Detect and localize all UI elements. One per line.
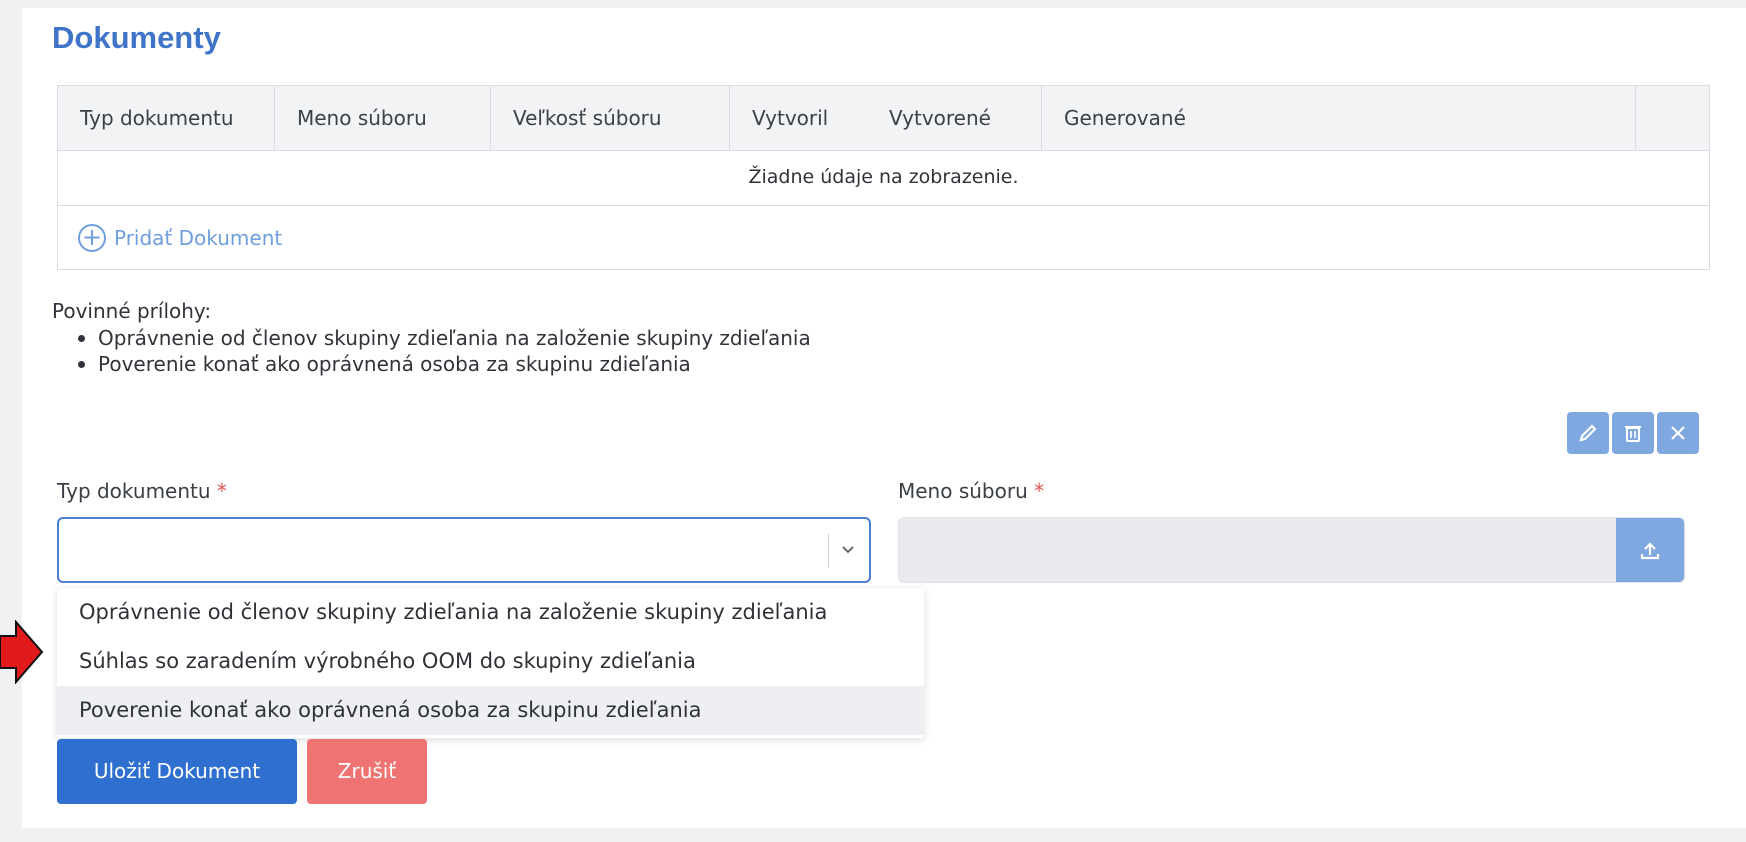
red-arrow-pointer (0, 620, 44, 684)
save-document-button[interactable]: Uložiť Dokument (57, 739, 297, 804)
trash-icon (1625, 426, 1641, 442)
document-type-label-text: Typ dokumentu (57, 479, 211, 503)
filename-field[interactable] (898, 517, 1685, 583)
upload-icon (1640, 542, 1660, 560)
section-title: Dokumenty (52, 20, 221, 55)
list-item: Oprávnenie od členov skupiny zdieľania n… (78, 326, 811, 350)
close-icon (1671, 426, 1685, 440)
edit-button[interactable] (1567, 412, 1609, 454)
column-header-filesize[interactable]: Veľkosť súboru (491, 86, 730, 150)
grid-header: Typ dokumentu Meno súboru Veľkosť súboru… (58, 86, 1709, 151)
dropdown-option[interactable]: Poverenie konať ako oprávnená osoba za s… (57, 686, 924, 735)
required-mark: * (216, 479, 227, 503)
add-document-link[interactable]: + Pridať Dokument (78, 206, 282, 270)
dropdown-option[interactable]: Súhlas so zaradením výrobného OOM do sku… (57, 637, 924, 686)
upload-button[interactable] (1616, 518, 1684, 582)
plus-circle-icon: + (78, 224, 106, 252)
required-attachments-list: Oprávnenie od členov skupiny zdieľania n… (78, 325, 811, 377)
document-type-dropdown: Oprávnenie od členov skupiny zdieľania n… (57, 588, 924, 738)
add-document-label: Pridať Dokument (114, 226, 283, 250)
column-header-type[interactable]: Typ dokumentu (58, 86, 275, 150)
dropdown-option[interactable]: Oprávnenie od členov skupiny zdieľania n… (57, 588, 924, 637)
column-header-filename[interactable]: Meno súboru (275, 86, 491, 150)
column-header-created[interactable]: Vytvorené (867, 86, 1042, 150)
delete-button[interactable] (1612, 412, 1654, 454)
cancel-button[interactable]: Zrušiť (307, 739, 427, 804)
chevron-down-icon[interactable] (840, 541, 856, 557)
empty-message: Žiadne údaje na zobrazenie. (58, 150, 1709, 206)
document-type-label: Typ dokumentu * (57, 479, 227, 503)
filename-label-text: Meno súboru (898, 479, 1028, 503)
pencil-icon (1579, 424, 1597, 442)
documents-grid: Typ dokumentu Meno súboru Veľkosť súboru… (57, 85, 1710, 270)
row-actions (1567, 412, 1699, 454)
list-item: Poverenie konať ako oprávnená osoba za s… (78, 351, 811, 377)
required-attachments-title: Povinné prílohy: (52, 299, 212, 323)
select-divider (828, 534, 829, 568)
required-mark: * (1034, 479, 1045, 503)
column-header-generated[interactable]: Generované (1042, 86, 1636, 150)
filename-label: Meno súboru * (898, 479, 1044, 503)
close-button[interactable] (1657, 412, 1699, 454)
column-header-created-by[interactable]: Vytvoril (730, 86, 880, 150)
document-type-select[interactable] (57, 517, 871, 583)
